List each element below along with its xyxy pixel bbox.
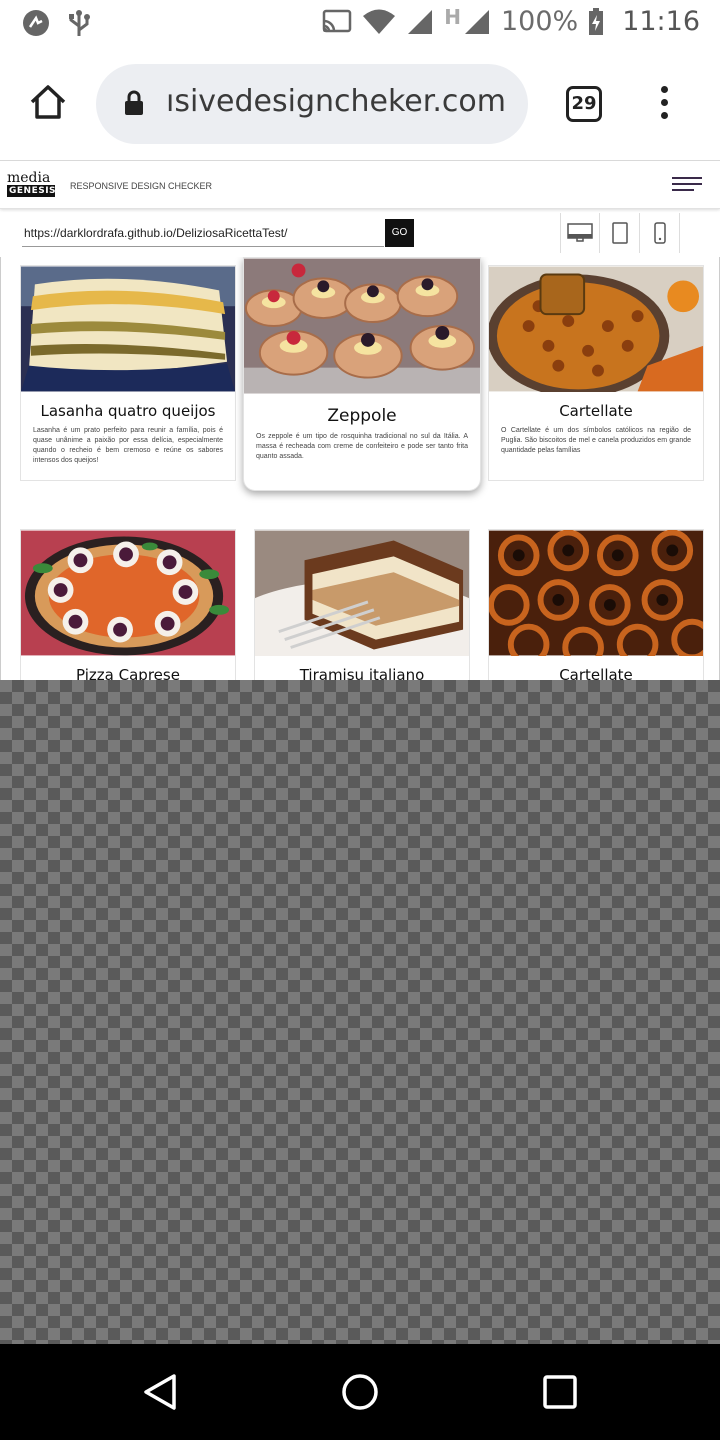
card-title: Cartellate <box>559 402 633 420</box>
url-tool-row: https://darklordrafa.github.io/Deliziosa… <box>0 213 720 257</box>
signal-icon <box>408 9 433 34</box>
recipe-card[interactable]: Cartellate O Cartellate é um dos símbolo… <box>488 265 704 481</box>
wifi-icon <box>363 9 396 34</box>
cartellate-roses-image <box>489 530 703 656</box>
tablet-view-button[interactable] <box>600 213 640 253</box>
site-title: RESPONSIVE DESIGN CHECKER <box>70 181 213 191</box>
site-header: media GENESIS RESPONSIVE DESIGN CHECKER <box>0 161 720 209</box>
mobile-icon <box>653 222 666 244</box>
test-url-input[interactable]: https://darklordrafa.github.io/Deliziosa… <box>22 219 384 247</box>
cartellate-image <box>489 266 703 392</box>
hamburger-menu-icon[interactable] <box>672 177 702 195</box>
card-description: Lasanha é um prato perfeito para reunir … <box>33 427 223 464</box>
pizza-caprese-image <box>21 530 235 656</box>
system-nav-bar <box>0 1344 720 1440</box>
address-bar[interactable]: ısivedesigncheker.com <box>96 64 528 144</box>
usb-icon <box>69 10 90 36</box>
home-icon[interactable] <box>28 82 68 122</box>
cast-icon <box>322 9 352 32</box>
recipe-card[interactable]: Tiramisu italiano <box>254 529 470 680</box>
card-description: O Cartellate é um dos símbolos católicos… <box>501 427 691 454</box>
webpage: media GENESIS RESPONSIVE DESIGN CHECKER … <box>0 160 720 680</box>
card-title: Tiramisu italiano <box>299 666 425 680</box>
mobile-view-button[interactable] <box>640 213 680 253</box>
signal-icon-2 <box>464 9 489 34</box>
clock: 11:16 <box>622 6 700 37</box>
desktop-view-button[interactable] <box>560 213 600 253</box>
go-button[interactable]: GO <box>385 219 414 247</box>
card-title: Cartellate <box>559 666 633 680</box>
back-icon[interactable] <box>140 1372 180 1412</box>
battery-charging-icon <box>589 7 604 35</box>
card-title: Pizza Caprese <box>76 666 180 680</box>
battery-percent: 100% <box>500 6 579 37</box>
home-nav-icon[interactable] <box>340 1372 380 1412</box>
site-logo[interactable]: media GENESIS <box>7 170 57 197</box>
device-switcher <box>560 213 680 253</box>
empty-canvas-area <box>0 680 720 1344</box>
recents-icon[interactable] <box>540 1372 580 1412</box>
tab-switcher-button[interactable]: 29 <box>566 86 602 122</box>
browser-toolbar: ısivedesigncheker.com 29 <box>0 48 720 160</box>
status-bar: H 100% 11:16 <box>0 0 720 48</box>
card-title: Lasanha quatro queijos <box>40 402 216 420</box>
app-notification-icon <box>23 10 49 36</box>
recipe-card-highlighted[interactable]: Zeppole Os zeppole é um tipo de rosquinh… <box>243 257 481 491</box>
recipe-card[interactable]: Pizza Caprese <box>20 529 236 680</box>
desktop-icon <box>567 223 593 242</box>
tablet-icon <box>611 222 628 244</box>
card-description: Os zeppole é um tipo de rosquinha tradic… <box>256 433 468 460</box>
logo-bottom-text: GENESIS <box>7 185 57 197</box>
lasagna-image <box>21 266 235 392</box>
recipe-card[interactable]: Cartellate <box>488 529 704 680</box>
lock-icon <box>125 90 143 115</box>
logo-top-text: media <box>7 170 51 186</box>
card-title: Zeppole <box>327 406 397 426</box>
overflow-menu-icon[interactable] <box>656 86 672 122</box>
zeppole-image <box>244 258 480 394</box>
network-type-label: H <box>444 4 461 29</box>
preview-frame[interactable]: Lasanha quatro queijos Lasanha é um prat… <box>0 257 720 680</box>
address-text[interactable]: ısivedesigncheker.com <box>166 84 506 119</box>
recipe-card[interactable]: Lasanha quatro queijos Lasanha é um prat… <box>20 265 236 481</box>
tiramisu-image <box>255 530 469 656</box>
